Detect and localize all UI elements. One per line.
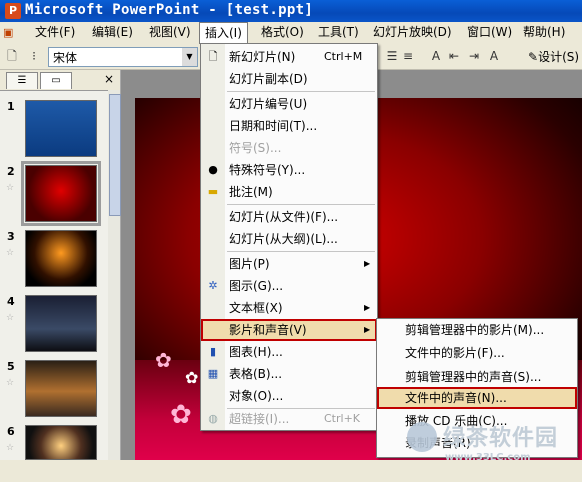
slide-number: 2 xyxy=(7,165,15,178)
slide-thumbnail[interactable] xyxy=(25,360,97,417)
increase-indent-icon[interactable]: ⇥ xyxy=(466,48,482,64)
menu-item-object[interactable]: 对象(O)... xyxy=(201,385,377,407)
menu-item-duplicate-slide[interactable]: 幻灯片副本(D) xyxy=(201,68,377,90)
slide-number: 4 xyxy=(7,295,15,308)
animation-star-icon: ☆ xyxy=(6,183,15,193)
submenu-item-movie-from-file[interactable]: 文件中的影片(F)... xyxy=(377,342,577,364)
slide-number: 6 xyxy=(7,425,15,438)
submenu-item-clip-sound[interactable]: 剪辑管理器中的声音(S)... xyxy=(377,366,577,388)
menu-item-slide-number[interactable]: 幻灯片编号(U) xyxy=(201,93,377,115)
animation-star-icon: ☆ xyxy=(6,443,15,453)
menu-separator xyxy=(227,91,375,92)
flower-decoration: ✿ xyxy=(185,368,199,387)
outline-icon: ☰ xyxy=(17,75,27,86)
comment-icon: ▬ xyxy=(207,185,219,198)
animation-star-icon: ☆ xyxy=(6,313,15,323)
menu-item-special-symbol[interactable]: ● 特殊符号(Y)... xyxy=(201,159,377,181)
slide-number: 3 xyxy=(7,230,15,243)
window-title: Microsoft PowerPoint - [test.ppt] xyxy=(25,2,314,18)
menu-file[interactable]: 文件(F) xyxy=(30,23,80,42)
animation-star-icon: ☆ xyxy=(6,378,15,388)
doc-icon: ▣ xyxy=(3,26,14,39)
status-bar xyxy=(0,460,582,482)
close-icon[interactable]: × xyxy=(104,72,114,86)
slides-tab[interactable]: ▭ xyxy=(40,72,72,89)
hyperlink-icon: ◍ xyxy=(208,412,218,425)
menu-format[interactable]: 格式(O) xyxy=(256,23,309,42)
menu-item-comment[interactable]: ▬ 批注(M) xyxy=(201,181,377,203)
menu-item-movies-and-sounds[interactable]: 影片和声音(V) ▶ xyxy=(201,319,377,341)
menu-tools[interactable]: 工具(T) xyxy=(313,23,364,42)
menu-item-hyperlink[interactable]: ◍ 超链接(I)... Ctrl+K xyxy=(201,408,377,430)
menu-insert[interactable]: 插入(I) xyxy=(199,22,248,45)
slide-thumbnail-row[interactable]: 1 xyxy=(0,100,112,160)
flower-decoration: ✿ xyxy=(170,400,192,430)
slide-thumbnail-row[interactable]: 4 ☆ xyxy=(0,295,112,355)
slide-thumbnail[interactable] xyxy=(25,100,97,157)
diagram-icon: ✲ xyxy=(208,279,218,292)
menu-view[interactable]: 视图(V) xyxy=(144,23,196,42)
flower-decoration: ✿ xyxy=(155,348,172,372)
slide-thumbnail[interactable] xyxy=(25,425,97,460)
slide-thumbnail[interactable] xyxy=(25,295,97,352)
powerpoint-icon: P xyxy=(5,3,21,19)
toolbar-options-icon[interactable]: ⁝ xyxy=(26,48,42,64)
slide-thumbnail[interactable] xyxy=(25,230,97,287)
special-symbol-icon: ● xyxy=(208,163,218,176)
slide-number: 5 xyxy=(7,360,15,373)
animation-star-icon: ☆ xyxy=(6,248,15,258)
new-slide-icon: 🗋 xyxy=(208,50,218,63)
design-icon: ✎ xyxy=(528,50,539,64)
menu-item-slides-from-outline[interactable]: 幻灯片(从大纲)(L)... xyxy=(201,228,377,250)
menu-item-date-time[interactable]: 日期和时间(T)... xyxy=(201,115,377,137)
font-color-icon[interactable]: A xyxy=(486,48,502,64)
font-name-value: 宋体 xyxy=(53,51,78,65)
slide-number: 1 xyxy=(7,100,15,113)
slides-pane: ☰ ▭ × 1 2 ☆ 3 ☆ 4 ☆ 5 ☆ 6 ☆ xyxy=(0,70,121,460)
menu-slideshow[interactable]: 幻灯片放映(D) xyxy=(368,23,457,42)
menu-item-text-box[interactable]: 文本框(X) ▶ xyxy=(201,297,377,319)
numbering-icon[interactable]: ≡ xyxy=(400,48,416,64)
title-bar: P Microsoft PowerPoint - [test.ppt] xyxy=(0,0,582,22)
submenu-item-clip-movie[interactable]: 剪辑管理器中的影片(M)... xyxy=(377,319,577,341)
menu-item-slides-from-file[interactable]: 幻灯片(从文件)(F)... xyxy=(201,206,377,228)
slide-thumbnail-row[interactable]: 5 ☆ xyxy=(0,360,112,420)
submenu-arrow-icon: ▶ xyxy=(364,259,371,268)
decrease-indent-icon[interactable]: ⇤ xyxy=(446,48,462,64)
font-name-combo[interactable]: 宋体 ▼ xyxy=(48,47,198,67)
outline-tab[interactable]: ☰ xyxy=(6,72,38,89)
menu-window[interactable]: 窗口(W) xyxy=(462,23,517,42)
menu-item-symbol[interactable]: 符号(S)... xyxy=(201,137,377,159)
submenu-arrow-icon: ▶ xyxy=(364,303,371,312)
submenu-item-sound-from-file[interactable]: 文件中的声音(N)... xyxy=(377,387,577,409)
table-icon: ▦ xyxy=(207,367,219,380)
menu-item-table[interactable]: ▦ 表格(B)... xyxy=(201,363,377,385)
scrollbar-thumb[interactable] xyxy=(109,94,121,216)
menu-separator xyxy=(227,251,375,252)
new-document-icon[interactable]: 🗋 xyxy=(4,48,20,64)
bullets-icon[interactable]: ☰ xyxy=(384,48,400,64)
menu-item-picture[interactable]: 图片(P) ▶ xyxy=(201,253,377,275)
menu-separator xyxy=(227,204,375,205)
chart-icon: ▮ xyxy=(209,345,217,358)
menu-item-chart[interactable]: ▮ 图表(H)... xyxy=(201,341,377,363)
chevron-down-icon[interactable]: ▼ xyxy=(182,48,197,66)
design-button[interactable]: ✎设计(S) xyxy=(528,48,579,65)
menu-bar: ▣ 文件(F) 编辑(E) 视图(V) 插入(I) 格式(O) 工具(T) 幻灯… xyxy=(0,22,582,45)
menu-item-diagram[interactable]: ✲ 图示(G)... xyxy=(201,275,377,297)
menu-edit[interactable]: 编辑(E) xyxy=(87,23,138,42)
pane-tabs: ☰ ▭ × xyxy=(0,70,120,91)
menu-item-new-slide[interactable]: 🗋 新幻灯片(N) Ctrl+M xyxy=(201,46,377,68)
slide-thumbnail-selected[interactable] xyxy=(21,161,101,226)
watermark-logo-icon xyxy=(407,422,437,452)
increase-font-icon[interactable]: A xyxy=(428,48,444,64)
slides-icon: ▭ xyxy=(51,75,61,86)
submenu-arrow-icon: ▶ xyxy=(364,325,371,334)
watermark-text: 绿茶软件园 xyxy=(443,426,559,451)
slide-thumbnail-row[interactable]: 2 ☆ xyxy=(0,161,112,226)
slide-thumbnail-row[interactable]: 3 ☆ xyxy=(0,230,112,290)
menu-help[interactable]: 帮助(H) xyxy=(518,23,570,42)
insert-menu-dropdown: 🗋 新幻灯片(N) Ctrl+M 幻灯片副本(D) 幻灯片编号(U) 日期和时间… xyxy=(200,43,378,431)
